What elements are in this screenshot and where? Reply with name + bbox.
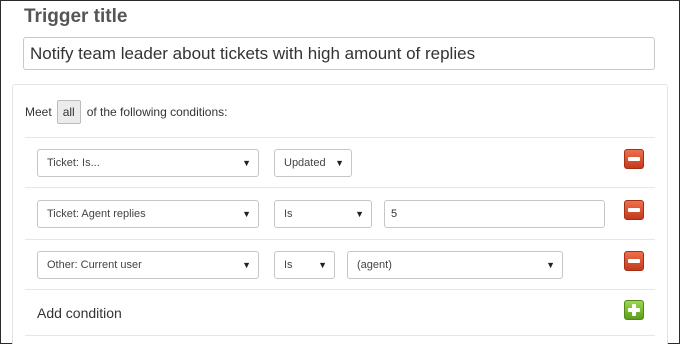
chevron-down-icon: ▼	[242, 158, 251, 168]
row-divider	[25, 187, 655, 188]
chevron-down-icon: ▼	[335, 158, 344, 168]
condition-1-field-select[interactable]: Ticket: Is... ▼	[37, 149, 259, 177]
condition-1-operator-select[interactable]: Updated ▼	[274, 149, 352, 177]
remove-condition-2-button[interactable]	[624, 200, 644, 220]
chevron-down-icon: ▼	[355, 209, 364, 219]
condition-3-field-label: Other: Current user	[47, 259, 142, 271]
row-divider	[25, 289, 655, 290]
condition-2-field-label: Ticket: Agent replies	[47, 208, 146, 220]
row-divider	[25, 239, 655, 240]
condition-2-operator-label: Is	[284, 208, 293, 220]
trigger-title-heading: Trigger title	[24, 6, 128, 27]
condition-3-value-label: (agent)	[357, 259, 392, 271]
condition-3-operator-select[interactable]: Is ▼	[274, 251, 335, 279]
add-condition-label[interactable]: Add condition	[37, 305, 122, 321]
meet-prefix-label: Meet	[25, 105, 52, 119]
condition-2-operator-select[interactable]: Is ▼	[274, 200, 372, 228]
meet-conditions-row: Meet all of the following conditions:	[25, 100, 227, 124]
meet-mode-select[interactable]: all	[56, 100, 81, 124]
row-divider	[25, 137, 655, 138]
condition-3-value-select[interactable]: (agent) ▼	[347, 251, 563, 279]
remove-condition-3-button[interactable]	[624, 251, 644, 271]
condition-1-field-label: Ticket: Is...	[47, 157, 100, 169]
chevron-down-icon: ▼	[242, 209, 251, 219]
remove-condition-1-button[interactable]	[624, 149, 644, 169]
condition-2-field-select[interactable]: Ticket: Agent replies ▼	[37, 200, 259, 228]
trigger-title-input[interactable]	[23, 37, 655, 70]
chevron-down-icon: ▼	[318, 260, 327, 270]
row-divider	[25, 335, 655, 336]
chevron-down-icon: ▼	[242, 260, 251, 270]
add-condition-button[interactable]	[624, 300, 644, 320]
chevron-down-icon: ▼	[546, 260, 555, 270]
condition-2-value-input[interactable]	[384, 200, 605, 228]
meet-suffix-label: of the following conditions:	[86, 105, 228, 119]
condition-3-operator-label: Is	[284, 259, 293, 271]
condition-3-field-select[interactable]: Other: Current user ▼	[37, 251, 259, 279]
condition-1-operator-label: Updated	[284, 157, 326, 169]
